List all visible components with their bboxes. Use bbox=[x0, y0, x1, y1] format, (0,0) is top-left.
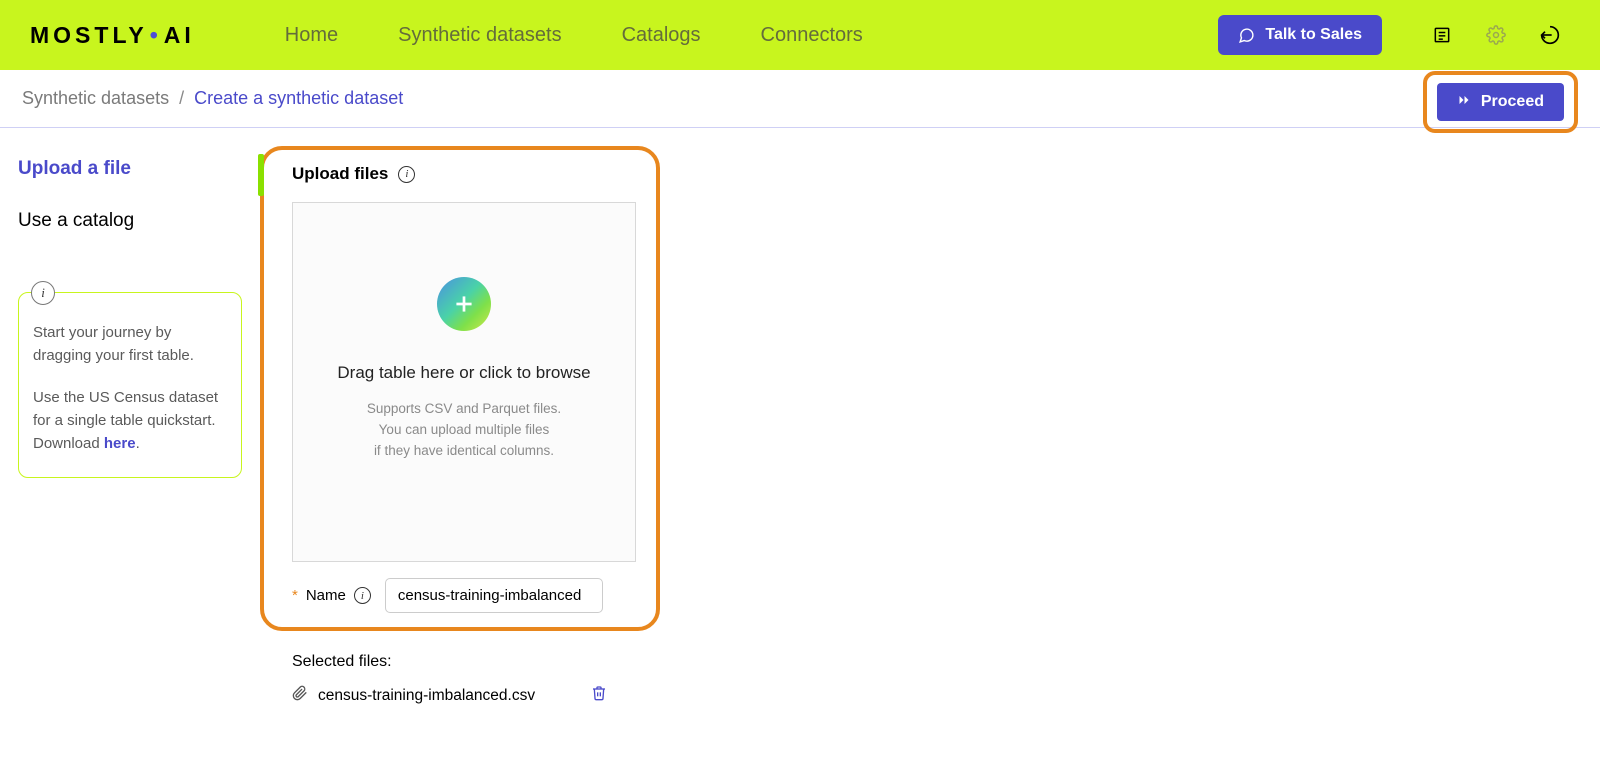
header-icon-group bbox=[1432, 25, 1560, 45]
talk-to-sales-label: Talk to Sales bbox=[1265, 26, 1362, 44]
info-icon[interactable]: i bbox=[354, 587, 371, 604]
fast-forward-icon bbox=[1457, 93, 1471, 111]
nav-connectors[interactable]: Connectors bbox=[761, 24, 863, 47]
breadcrumb-level-1[interactable]: Synthetic datasets bbox=[22, 88, 169, 109]
upload-files-title: Upload files bbox=[292, 164, 388, 184]
drop-zone-sub-text: Supports CSV and Parquet files. You can … bbox=[367, 399, 561, 462]
settings-icon[interactable] bbox=[1486, 25, 1506, 45]
selected-files-section: Selected files: census-training-imbalanc… bbox=[292, 653, 660, 706]
download-here-link[interactable]: here bbox=[104, 435, 136, 452]
left-sidebar: Upload a file Use a catalog i Start your… bbox=[0, 128, 260, 706]
selected-files-title: Selected files: bbox=[292, 653, 660, 671]
breadcrumb-separator: / bbox=[179, 88, 184, 109]
nav-home[interactable]: Home bbox=[285, 24, 338, 47]
right-content: Upload files i Drag table here or click … bbox=[260, 128, 660, 706]
attachment-icon bbox=[292, 685, 308, 706]
required-star: * bbox=[292, 587, 298, 604]
delete-file-icon[interactable] bbox=[591, 685, 607, 706]
logout-icon[interactable] bbox=[1540, 25, 1560, 45]
proceed-highlight: Proceed bbox=[1423, 71, 1578, 133]
name-label: Name bbox=[306, 587, 346, 604]
main-content: Upload a file Use a catalog i Start your… bbox=[0, 128, 1600, 706]
app-header: MOSTLY•AI Home Synthetic datasets Catalo… bbox=[0, 0, 1600, 70]
selected-file-row: census-training-imbalanced.csv bbox=[292, 685, 660, 706]
dataset-name-input[interactable] bbox=[385, 578, 603, 613]
logo-dot: • bbox=[150, 22, 162, 49]
logo-text-1: MOSTLY bbox=[30, 22, 148, 49]
nav-catalogs[interactable]: Catalogs bbox=[622, 24, 701, 47]
selected-file-name: census-training-imbalanced.csv bbox=[318, 687, 535, 705]
sidebar-upload-file[interactable]: Upload a file bbox=[18, 158, 242, 180]
add-file-icon bbox=[437, 277, 491, 331]
name-row: * Name i bbox=[292, 578, 636, 613]
upload-panel-highlight: Upload files i Drag table here or click … bbox=[260, 146, 660, 631]
upload-title-row: Upload files i bbox=[292, 164, 636, 184]
sidebar-use-catalog[interactable]: Use a catalog bbox=[18, 210, 242, 232]
breadcrumb-level-2: Create a synthetic dataset bbox=[194, 88, 403, 109]
main-nav: Home Synthetic datasets Catalogs Connect… bbox=[285, 24, 863, 47]
info-text-2b: . bbox=[136, 435, 140, 452]
breadcrumb: Synthetic datasets / Create a synthetic … bbox=[22, 88, 403, 109]
subheader: Synthetic datasets / Create a synthetic … bbox=[0, 70, 1600, 128]
info-icon: i bbox=[31, 281, 55, 305]
nav-synthetic-datasets[interactable]: Synthetic datasets bbox=[398, 24, 561, 47]
drop-zone-main-text: Drag table here or click to browse bbox=[337, 363, 590, 383]
info-box: i Start your journey by dragging your fi… bbox=[18, 292, 242, 478]
logo-text-2: AI bbox=[164, 22, 195, 49]
active-indicator-bar bbox=[258, 154, 264, 196]
proceed-button[interactable]: Proceed bbox=[1437, 83, 1564, 121]
proceed-label: Proceed bbox=[1481, 93, 1544, 111]
jobs-icon[interactable] bbox=[1432, 25, 1452, 45]
chat-icon bbox=[1238, 27, 1255, 44]
talk-to-sales-button[interactable]: Talk to Sales bbox=[1218, 15, 1382, 55]
info-icon[interactable]: i bbox=[398, 166, 415, 183]
logo[interactable]: MOSTLY•AI bbox=[30, 22, 195, 49]
info-paragraph-2: Use the US Census dataset for a single t… bbox=[33, 386, 223, 456]
info-paragraph-1: Start your journey by dragging your firs… bbox=[33, 321, 223, 368]
file-drop-zone[interactable]: Drag table here or click to browse Suppo… bbox=[292, 202, 636, 562]
